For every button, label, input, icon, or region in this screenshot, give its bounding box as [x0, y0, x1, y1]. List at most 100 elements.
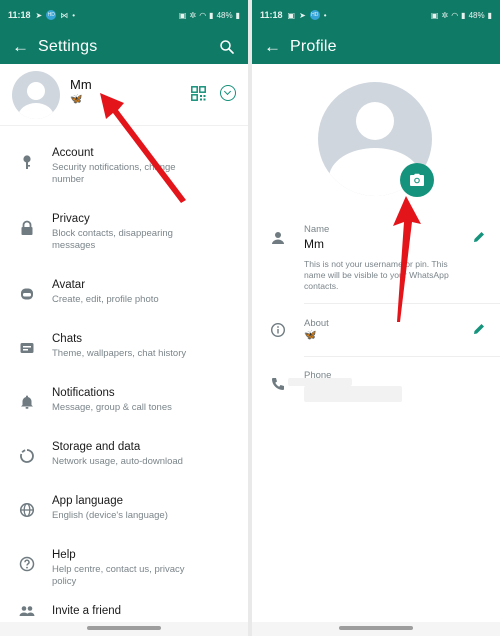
item-sub: Network usage, auto-download	[52, 456, 183, 467]
item-sub: Create, edit, profile photo	[52, 294, 159, 305]
dot-icon: •	[323, 10, 327, 20]
settings-item-avatar[interactable]: Avatar Create, edit, profile photo	[0, 278, 248, 332]
status-time: 11:18	[260, 10, 283, 20]
edit-about-icon[interactable]	[472, 322, 486, 336]
item-sub: Theme, wallpapers, chat history	[52, 348, 187, 359]
item-label: Account	[52, 147, 94, 159]
bell-icon	[21, 395, 33, 409]
avatar-icon	[21, 288, 33, 300]
profile-about-emoji: 🦋	[70, 93, 83, 105]
dot-icon: •	[72, 10, 76, 20]
item-sub: Block contacts, disappearing messages	[52, 228, 173, 251]
alarm-icon: ▣	[430, 10, 439, 20]
chat-icon	[20, 343, 34, 353]
profile-app-bar: 11:18 ▣ ➤ HD • ▣ ✲ ◠ ▮ 48% ▮ ← Profile	[252, 0, 500, 64]
settings-item-notifications[interactable]: Notifications Message, group & call tones	[0, 386, 248, 440]
page-title: Profile	[290, 38, 337, 55]
name-label: Name	[304, 224, 330, 235]
about-field[interactable]: About 🦋	[252, 316, 500, 356]
item-label: Chats	[52, 333, 83, 345]
status-bar: 11:18 ➤ HD ⋈ • ▣ ✲ ◠ ▮ 48% ▮	[0, 0, 248, 30]
profile-name: Mm	[70, 76, 92, 92]
telegram-icon: ➤	[35, 10, 43, 20]
home-gesture-bar[interactable]	[339, 626, 413, 630]
edit-name-icon[interactable]	[472, 230, 486, 244]
about-value: 🦋	[304, 330, 317, 341]
item-sub: Help centre, contact us, privacy policy	[52, 564, 185, 587]
search-icon[interactable]	[218, 38, 236, 56]
settings-item-app-language[interactable]: App language English (device's language)	[0, 494, 248, 548]
wifi-icon: ◠	[451, 10, 459, 20]
back-arrow-icon[interactable]: ←	[264, 37, 286, 57]
item-sub: English (device's language)	[52, 510, 168, 521]
phone-value-redacted	[304, 386, 402, 402]
item-label: Storage and data	[52, 441, 141, 453]
gmail-icon: ⋈	[60, 10, 69, 20]
about-label: About	[304, 318, 329, 329]
navigation-bar	[0, 622, 248, 636]
wifi-icon: ◠	[199, 10, 207, 20]
hd-icon: HD	[46, 10, 57, 20]
item-sub: Security notifications, change number	[52, 162, 176, 185]
settings-toolbar: ← Settings	[0, 30, 248, 64]
qr-code-icon[interactable]	[191, 86, 206, 101]
camera-icon	[410, 173, 424, 186]
chevron-down-icon[interactable]	[220, 85, 236, 101]
info-icon	[270, 322, 286, 338]
globe-icon	[19, 502, 35, 518]
signal-icon: ▮	[461, 10, 466, 20]
person-icon	[272, 232, 284, 244]
status-time: 11:18	[8, 10, 31, 20]
item-label: Notifications	[52, 387, 115, 399]
item-sub: Message, group & call tones	[52, 402, 172, 413]
status-bar: 11:18 ▣ ➤ HD • ▣ ✲ ◠ ▮ 48% ▮	[252, 0, 500, 30]
item-label: Help	[52, 549, 76, 561]
back-arrow-icon[interactable]: ←	[12, 37, 34, 57]
settings-item-chats[interactable]: Chats Theme, wallpapers, chat history	[0, 332, 248, 386]
status-right-icons: ▣ ✲ ◠ ▮ 48% ▮	[431, 11, 492, 20]
key-icon	[23, 155, 31, 169]
profile-summary-row[interactable]: Mm 🦋	[0, 64, 248, 126]
battery-level: 48%	[468, 10, 485, 20]
settings-item-privacy[interactable]: Privacy Block contacts, disappearing mess…	[0, 212, 248, 278]
name-field[interactable]: Name Mm This is not your username or pin…	[252, 222, 500, 302]
lock-icon	[21, 220, 33, 235]
divider	[304, 356, 500, 357]
screenshot-composite: 11:18 ➤ HD ⋈ • ▣ ✲ ◠ ▮ 48% ▮ ← Settings	[0, 0, 500, 636]
page-title: Settings	[38, 38, 98, 55]
profile-toolbar: ← Profile	[252, 30, 500, 64]
item-label: Invite a friend	[52, 605, 122, 617]
battery-level: 48%	[216, 10, 233, 20]
item-label: App language	[52, 495, 123, 507]
storage-icon	[20, 449, 34, 463]
status-right-icons: ▣ ✲ ◠ ▮ 48% ▮	[179, 11, 240, 20]
settings-screen: 11:18 ➤ HD ⋈ • ▣ ✲ ◠ ▮ 48% ▮ ← Settings	[0, 0, 248, 636]
gallery-icon: ▣	[287, 10, 296, 20]
item-label: Privacy	[52, 213, 90, 225]
alarm-icon: ▣	[178, 10, 187, 20]
help-icon	[19, 556, 35, 572]
change-photo-button[interactable]	[400, 163, 434, 197]
profile-screen: 11:18 ▣ ➤ HD • ▣ ✲ ◠ ▮ 48% ▮ ← Profile N…	[252, 0, 500, 636]
battery-icon: ▮	[235, 10, 240, 20]
settings-item-storage[interactable]: Storage and data Network usage, auto-down…	[0, 440, 248, 494]
navigation-bar	[252, 622, 500, 636]
avatar[interactable]	[12, 70, 60, 119]
people-icon	[19, 606, 35, 616]
settings-app-bar: 11:18 ➤ HD ⋈ • ▣ ✲ ◠ ▮ 48% ▮ ← Settings	[0, 0, 248, 64]
name-value: Mm	[304, 237, 324, 251]
settings-menu: Account Security notifications, change nu…	[0, 146, 248, 636]
settings-item-account[interactable]: Account Security notifications, change nu…	[0, 146, 248, 212]
telegram-icon: ➤	[299, 10, 306, 20]
signal-icon: ▮	[209, 10, 214, 20]
divider	[304, 303, 500, 304]
battery-icon: ▮	[487, 10, 492, 20]
home-gesture-bar[interactable]	[87, 626, 161, 630]
phone-field[interactable]: Phone	[252, 368, 500, 408]
bluetooth-icon: ✲	[189, 10, 197, 20]
settings-item-help[interactable]: Help Help centre, contact us, privacy pol…	[0, 548, 248, 602]
hd-icon: HD	[309, 10, 320, 20]
name-note: This is not your username or pin. This n…	[304, 259, 449, 291]
phone-value-redacted	[288, 378, 352, 386]
item-label: Avatar	[52, 279, 86, 291]
